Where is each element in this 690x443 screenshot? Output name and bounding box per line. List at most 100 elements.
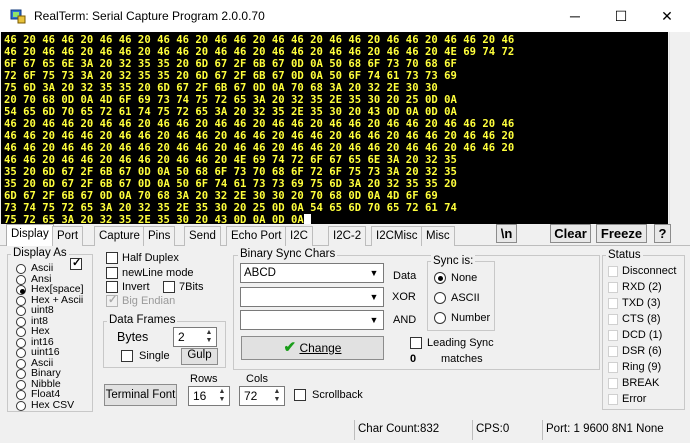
display-as-radio[interactable] bbox=[16, 390, 26, 400]
big-endian-checkbox[interactable] bbox=[106, 293, 118, 307]
tab-send[interactable]: Send bbox=[184, 226, 221, 246]
newline-button[interactable]: \n bbox=[496, 224, 517, 243]
7bits-checkbox[interactable] bbox=[163, 281, 175, 293]
terminal-line: 20 70 68 0D 0A 4D 6F 69 73 74 75 72 65 3… bbox=[4, 94, 457, 106]
cols-spinner[interactable]: 72 ▲ ▼ bbox=[239, 386, 285, 406]
tab-pins[interactable]: Pins bbox=[143, 226, 176, 246]
sync-none-label: None bbox=[451, 272, 478, 284]
chevron-down-icon[interactable]: ▼ bbox=[367, 266, 381, 280]
tab-i2cmisc[interactable]: I2CMisc bbox=[371, 226, 423, 246]
tab-i2c-2[interactable]: I2C-2 bbox=[328, 226, 367, 246]
display-as-radio[interactable] bbox=[16, 379, 26, 390]
terminal-line: 35 20 6D 67 2F 6B 67 0D 0A 50 68 6F 73 7… bbox=[4, 166, 457, 178]
display-as-radio[interactable] bbox=[16, 274, 26, 285]
data-frames-title: Data Frames bbox=[107, 314, 178, 326]
chevron-down-icon[interactable]: ▼ bbox=[367, 290, 381, 304]
port-status: Port: 1 9600 8N1 None bbox=[542, 420, 682, 440]
display-as-radio[interactable] bbox=[16, 306, 26, 316]
sync-and-combo[interactable]: ▼ bbox=[240, 310, 384, 330]
terminal-line: 73 74 75 72 65 3A 20 32 35 2E 35 30 20 2… bbox=[4, 202, 457, 214]
terminal-font-button[interactable]: Terminal Font bbox=[104, 384, 177, 406]
minimize-button[interactable]: ─ bbox=[552, 0, 598, 32]
bytes-spinner[interactable]: 2 ▲ ▼ bbox=[173, 327, 217, 347]
sync-data-combo[interactable]: ABCD ▼ bbox=[240, 263, 384, 283]
status-item-label: Error bbox=[622, 393, 647, 405]
rows-label: Rows bbox=[190, 373, 218, 385]
status-led-icon bbox=[608, 346, 618, 357]
status-led-icon bbox=[608, 266, 618, 277]
display-as-radio[interactable] bbox=[16, 327, 26, 337]
rows-spinner[interactable]: 16 ▲ ▼ bbox=[188, 386, 230, 406]
leading-sync-checkbox[interactable] bbox=[410, 337, 422, 349]
chevron-down-icon[interactable]: ▼ bbox=[367, 313, 381, 327]
help-button[interactable]: ? bbox=[654, 224, 671, 243]
sync-ascii-radio[interactable] bbox=[434, 292, 446, 304]
data-label: Data bbox=[393, 270, 417, 282]
7bits-label: 7Bits bbox=[179, 281, 204, 293]
scrollback-checkbox[interactable] bbox=[294, 389, 306, 401]
spinner-arrows-icon[interactable]: ▲ ▼ bbox=[216, 388, 228, 404]
terminal-cursor bbox=[303, 214, 311, 224]
half-duplex-checkbox[interactable] bbox=[106, 252, 118, 264]
status-item-label: RXD (2) bbox=[622, 281, 662, 293]
display-as-radio[interactable] bbox=[16, 348, 26, 358]
status-led-icon bbox=[608, 394, 618, 405]
status-item-label: Ring (9) bbox=[622, 361, 662, 373]
display-as-radio[interactable] bbox=[16, 264, 26, 274]
display-as-radio[interactable] bbox=[16, 295, 26, 306]
terminal-line: 54 65 6D 70 65 72 61 74 75 72 65 3A 20 3… bbox=[4, 106, 457, 118]
status-led-icon bbox=[608, 378, 618, 389]
matches-count: 0 bbox=[410, 353, 417, 365]
single-checkbox[interactable] bbox=[121, 350, 133, 362]
display-as-radio[interactable] bbox=[16, 400, 26, 411]
freeze-button[interactable]: Freeze bbox=[596, 224, 647, 243]
tab-i2c[interactable]: I2C bbox=[285, 226, 313, 246]
display-as-radio[interactable] bbox=[16, 337, 26, 348]
window-title: RealTerm: Serial Capture Program 2.0.0.7… bbox=[34, 9, 265, 23]
display-as-radio[interactable] bbox=[16, 369, 26, 379]
invert-label: Invert bbox=[122, 281, 150, 293]
half-duplex-label: Half Duplex bbox=[122, 252, 179, 264]
status-led-icon bbox=[608, 330, 618, 341]
display-as-title: Display As bbox=[11, 247, 69, 259]
display-as-option-label: Hex CSV bbox=[31, 398, 75, 411]
terminal-display[interactable]: 46 20 46 46 20 46 46 20 46 46 20 46 46 2… bbox=[1, 32, 668, 224]
sync-none-radio[interactable] bbox=[434, 272, 446, 284]
display-as-radio[interactable] bbox=[16, 285, 26, 295]
cps-readout: CPS:0 bbox=[472, 420, 542, 440]
change-button[interactable]: ✔ Change bbox=[241, 336, 384, 360]
terminal-line: 75 72 65 3A 20 32 35 2E 35 30 20 43 0D 0… bbox=[4, 214, 304, 224]
cols-label: Cols bbox=[246, 373, 269, 385]
terminal-line: 46 46 20 46 46 20 46 46 20 46 46 20 4E 6… bbox=[4, 154, 457, 166]
gulp-button[interactable]: Gulp bbox=[181, 348, 218, 365]
tab-echo-port[interactable]: Echo Port bbox=[226, 226, 287, 246]
spinner-arrows-icon[interactable]: ▲ ▼ bbox=[271, 388, 283, 404]
terminal-line: 46 20 46 46 20 46 46 20 46 46 20 46 46 2… bbox=[4, 118, 515, 130]
terminal-line: 35 20 6D 67 2F 6B 67 0D 0A 50 6F 74 61 7… bbox=[4, 178, 457, 190]
change-label: Change bbox=[299, 341, 342, 355]
tab-capture[interactable]: Capture bbox=[94, 226, 145, 246]
tab-display[interactable]: Display bbox=[6, 224, 54, 246]
tab-port[interactable]: Port bbox=[52, 226, 84, 246]
spinner-arrows-icon[interactable]: ▲ ▼ bbox=[203, 329, 215, 345]
status-item-label: CTS (8) bbox=[622, 313, 661, 325]
sync-ascii-label: ASCII bbox=[451, 292, 480, 304]
sync-xor-combo[interactable]: ▼ bbox=[240, 287, 384, 307]
clear-button[interactable]: Clear bbox=[550, 224, 591, 243]
invert-checkbox[interactable] bbox=[106, 281, 118, 293]
big-endian-label: Big Endian bbox=[122, 295, 176, 307]
bytes-label: Bytes bbox=[117, 330, 149, 344]
newline-mode-checkbox[interactable] bbox=[106, 267, 118, 279]
cols-value: 72 bbox=[244, 389, 258, 403]
terminal-scrollbar[interactable] bbox=[669, 32, 689, 224]
display-as-checkbox[interactable] bbox=[70, 256, 82, 270]
display-as-radio[interactable] bbox=[16, 316, 26, 327]
check-icon: ✔ bbox=[283, 339, 297, 356]
newline-mode-label: newLine mode bbox=[122, 267, 194, 279]
maximize-button[interactable]: ☐ bbox=[598, 0, 644, 32]
display-as-radio[interactable] bbox=[16, 358, 26, 369]
tab-misc[interactable]: Misc bbox=[421, 226, 455, 246]
sync-number-radio[interactable] bbox=[434, 312, 446, 324]
status-item-label: Disconnect bbox=[622, 265, 677, 277]
close-button[interactable]: ✕ bbox=[644, 0, 690, 32]
